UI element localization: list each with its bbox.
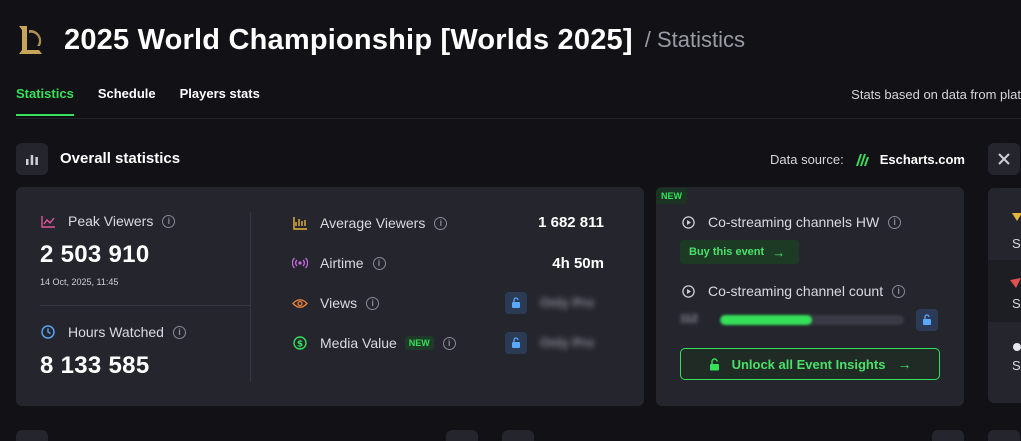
lock-icon[interactable] — [505, 292, 527, 314]
hours-watched-label-text: Hours Watched — [68, 324, 164, 340]
stats-source-note: Stats based on data from plat — [851, 87, 1021, 102]
data-source-label: Data source: — [770, 152, 844, 167]
costream-count-label-text: Co-streaming channel count — [708, 283, 884, 299]
arrow-right-icon: → — [772, 244, 786, 260]
new-badge: NEW — [404, 336, 434, 350]
lock-icon[interactable] — [505, 332, 527, 354]
costream-hw-label-text: Co-streaming channels HW — [708, 214, 880, 230]
costream-count-label: Co-streaming channel count i — [680, 283, 906, 299]
hours-watched-label: Hours Watched i — [40, 324, 186, 340]
escharts-logo-icon — [855, 153, 869, 166]
team-logo-icon — [1013, 343, 1021, 351]
average-viewers-label: Average Viewers i — [292, 215, 448, 231]
column-divider — [250, 212, 251, 382]
section-icon — [16, 430, 48, 441]
peak-viewers-label-text: Peak Viewers — [68, 213, 154, 229]
tab-schedule[interactable]: Schedule — [98, 86, 156, 116]
data-source-brand[interactable]: Escharts.com — [880, 152, 965, 167]
views-locked-value: Only Pro — [540, 295, 595, 310]
costream-count-bar — [720, 315, 904, 325]
clock-icon — [40, 324, 56, 340]
average-viewers-value: 1 682 811 — [538, 214, 604, 231]
unlock-insights-button[interactable]: Unlock all Event Insights → — [680, 348, 940, 380]
arrow-right-icon: → — [897, 356, 912, 372]
views-label: Views i — [292, 295, 380, 311]
right-partial-card: S S S — [988, 188, 1021, 403]
divider — [16, 118, 1021, 119]
list-item-label: S — [1012, 296, 1021, 311]
section-icon — [932, 430, 964, 441]
list-item[interactable]: S — [988, 260, 1021, 322]
average-viewers-label-text: Average Viewers — [320, 215, 426, 231]
media-value-label: $ Media Value NEW i — [292, 335, 456, 351]
section-icon — [988, 430, 1020, 441]
play-icon — [680, 283, 696, 299]
svg-text:$: $ — [297, 340, 303, 350]
tab-players-stats[interactable]: Players stats — [180, 86, 260, 116]
peak-viewers-label: Peak Viewers i — [40, 213, 176, 229]
list-item[interactable]: S — [988, 322, 1021, 384]
tab-bar: Statistics Schedule Players stats — [16, 86, 260, 116]
new-tag: NEW — [656, 188, 687, 204]
breadcrumb: / Statistics — [644, 27, 745, 52]
info-icon[interactable]: i — [366, 296, 380, 310]
crossed-swords-icon — [988, 143, 1020, 175]
buy-event-button[interactable]: Buy this event → — [680, 240, 799, 264]
row-divider — [40, 305, 251, 306]
info-icon[interactable]: i — [434, 216, 448, 230]
tab-statistics[interactable]: Statistics — [16, 86, 74, 116]
airtime-label: Airtime i — [292, 255, 386, 271]
lock-open-icon — [709, 357, 719, 370]
info-icon[interactable]: i — [172, 325, 186, 339]
eye-icon — [292, 295, 308, 311]
team-logo-icon — [1010, 278, 1021, 288]
costream-count-bar-fill — [720, 315, 812, 325]
league-of-legends-logo-icon — [19, 26, 42, 54]
page-header: 2025 World Championship [Worlds 2025] / … — [16, 22, 745, 58]
hours-watched-value: 8 133 585 — [40, 352, 150, 379]
peak-viewers-value: 2 503 910 — [40, 241, 150, 268]
list-item[interactable]: S — [988, 198, 1021, 260]
broadcast-icon — [292, 255, 308, 271]
media-value-locked-value: Only Pro — [540, 335, 595, 350]
info-icon[interactable]: i — [162, 214, 176, 228]
dollar-icon: $ — [292, 335, 308, 351]
play-icon — [680, 214, 696, 230]
media-value-label-text: Media Value — [320, 335, 397, 351]
info-icon[interactable]: i — [888, 215, 902, 229]
average-chart-icon — [292, 215, 308, 231]
bar-chart-icon — [16, 143, 48, 175]
costream-hw-label: Co-streaming channels HW i — [680, 214, 902, 230]
section-title-overall: Overall statistics — [60, 150, 181, 167]
buy-event-label: Buy this event — [689, 246, 765, 258]
info-icon[interactable]: i — [372, 256, 386, 270]
list-item-label: S — [1012, 236, 1021, 251]
section-icon — [502, 430, 534, 441]
airtime-value: 4h 50m — [552, 255, 604, 272]
info-icon[interactable]: i — [442, 336, 456, 350]
unlock-insights-label: Unlock all Event Insights — [731, 356, 886, 372]
costream-count-value: 112 — [680, 313, 698, 325]
team-logo-icon — [1012, 213, 1021, 221]
list-item-label: S — [1012, 358, 1021, 373]
info-icon[interactable]: i — [892, 284, 906, 298]
views-label-text: Views — [320, 295, 358, 311]
lock-icon[interactable] — [916, 309, 938, 331]
page-title: 2025 World Championship [Worlds 2025] — [64, 23, 633, 56]
data-source: Data source: Escharts.com — [770, 152, 965, 167]
airtime-label-text: Airtime — [320, 255, 364, 271]
line-chart-icon — [40, 213, 56, 229]
peak-viewers-date: 14 Oct, 2025, 11:45 — [40, 277, 119, 287]
section-icon — [446, 430, 478, 441]
